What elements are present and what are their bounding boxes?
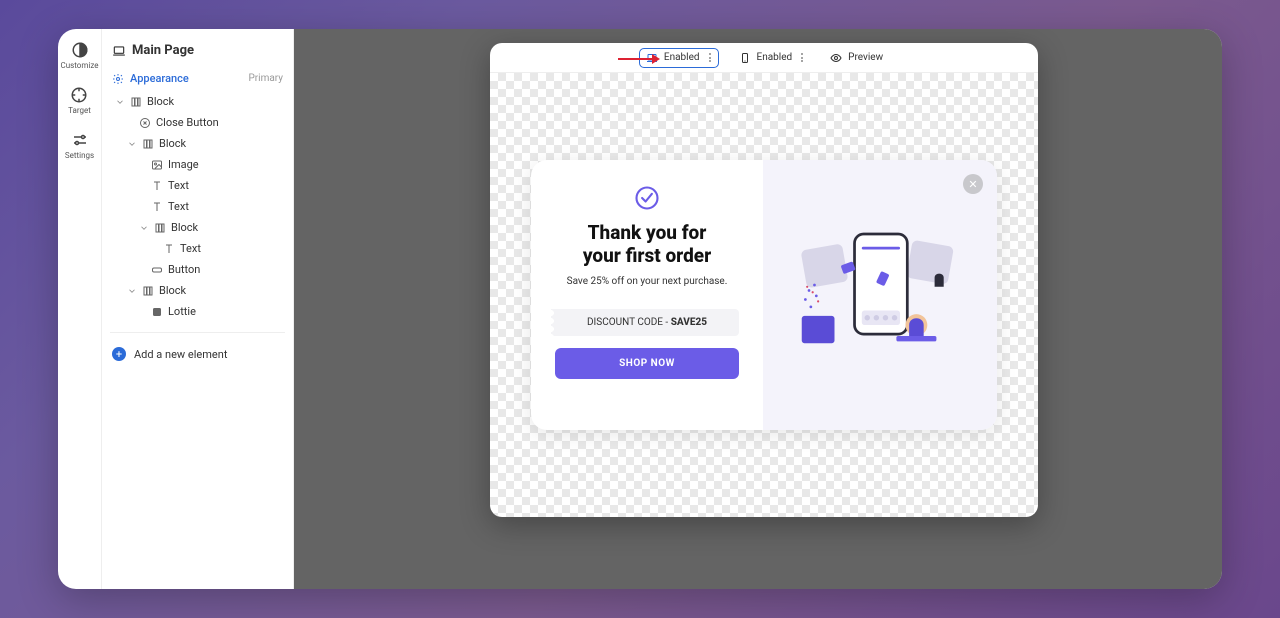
sliders-icon bbox=[71, 131, 89, 149]
mobile-toggle[interactable]: Enabled bbox=[733, 49, 811, 67]
tree-button[interactable]: Button bbox=[110, 259, 285, 280]
tree-block[interactable]: Block bbox=[110, 91, 285, 112]
button-icon bbox=[151, 264, 163, 276]
phone-icon bbox=[739, 52, 751, 64]
text-icon bbox=[151, 201, 163, 213]
tree-text[interactable]: Text bbox=[110, 196, 285, 217]
popup-content: Thank you for your first order Save 25% … bbox=[531, 160, 763, 430]
nav-rail: Customize Target Settings bbox=[58, 29, 102, 589]
page-title: Main Page bbox=[110, 39, 285, 68]
popup-close-button[interactable]: ✕ bbox=[963, 174, 983, 194]
popup-subtitle: Save 25% off on your next purchase. bbox=[567, 276, 728, 287]
rail-target[interactable]: Target bbox=[68, 86, 91, 115]
rail-settings[interactable]: Settings bbox=[65, 131, 94, 160]
canvas: Enabled Enabled Preview ✕ bbox=[294, 29, 1222, 589]
preview-button[interactable]: Preview bbox=[824, 49, 889, 67]
appearance-row[interactable]: Appearance Primary bbox=[110, 68, 285, 89]
text-icon bbox=[163, 243, 175, 255]
chevron-down-icon bbox=[127, 286, 137, 296]
add-element-button[interactable]: + Add a new element bbox=[110, 343, 285, 365]
rail-label: Settings bbox=[65, 151, 94, 160]
more-icon[interactable] bbox=[800, 53, 804, 62]
gear-icon bbox=[112, 73, 124, 85]
shopping-illustration-icon bbox=[789, 225, 971, 365]
image-icon bbox=[151, 159, 163, 171]
more-icon[interactable] bbox=[708, 53, 712, 62]
tree-text[interactable]: Text bbox=[110, 238, 285, 259]
target-icon bbox=[70, 86, 88, 104]
text-icon bbox=[151, 180, 163, 192]
canvas-checkerboard: ✕ Thank you for your first order Save 25… bbox=[490, 73, 1038, 517]
eye-icon bbox=[830, 52, 842, 64]
tree-close-button[interactable]: Close Button bbox=[110, 112, 285, 133]
columns-icon bbox=[130, 96, 142, 108]
tree-image[interactable]: Image bbox=[110, 154, 285, 175]
rail-label: Customize bbox=[61, 61, 99, 70]
rail-label: Target bbox=[68, 106, 91, 115]
laptop-icon bbox=[112, 44, 126, 58]
tree-lottie[interactable]: Lottie bbox=[110, 301, 285, 322]
columns-icon bbox=[154, 222, 166, 234]
lottie-icon bbox=[151, 306, 163, 318]
chevron-down-icon bbox=[139, 223, 149, 233]
tree-text[interactable]: Text bbox=[110, 175, 285, 196]
columns-icon bbox=[142, 138, 154, 150]
preview-frame: Enabled Enabled Preview ✕ bbox=[490, 43, 1038, 517]
popup-heading: Thank you for your first order bbox=[583, 222, 711, 268]
chevron-down-icon bbox=[115, 97, 125, 107]
discount-code-box: DISCOUNT CODE - SAVE25 bbox=[555, 309, 739, 336]
shop-now-button[interactable]: SHOP NOW bbox=[555, 348, 739, 379]
tree-block[interactable]: Block bbox=[110, 217, 285, 238]
rail-customize[interactable]: Customize bbox=[61, 41, 99, 70]
tree-block[interactable]: Block bbox=[110, 133, 285, 154]
divider bbox=[110, 332, 285, 333]
checkmark-badge-icon bbox=[633, 184, 661, 212]
chevron-down-icon bbox=[127, 139, 137, 149]
sidebar: Main Page Appearance Primary Block Close… bbox=[102, 29, 294, 589]
annotation-arrow-icon bbox=[616, 53, 660, 65]
primary-tag: Primary bbox=[248, 73, 283, 84]
popup-preview: ✕ Thank you for your first order Save 25… bbox=[531, 160, 997, 430]
columns-icon bbox=[142, 285, 154, 297]
app-window: Customize Target Settings Main Page Appe… bbox=[58, 29, 1222, 589]
tree-block[interactable]: Block bbox=[110, 280, 285, 301]
device-toolbar: Enabled Enabled Preview bbox=[490, 43, 1038, 73]
close-circle-icon bbox=[139, 117, 151, 129]
contrast-icon bbox=[71, 41, 89, 59]
element-tree: Block Close Button Block Image Text Text… bbox=[110, 91, 285, 322]
popup-illustration bbox=[763, 160, 997, 430]
plus-icon: + bbox=[112, 347, 126, 361]
